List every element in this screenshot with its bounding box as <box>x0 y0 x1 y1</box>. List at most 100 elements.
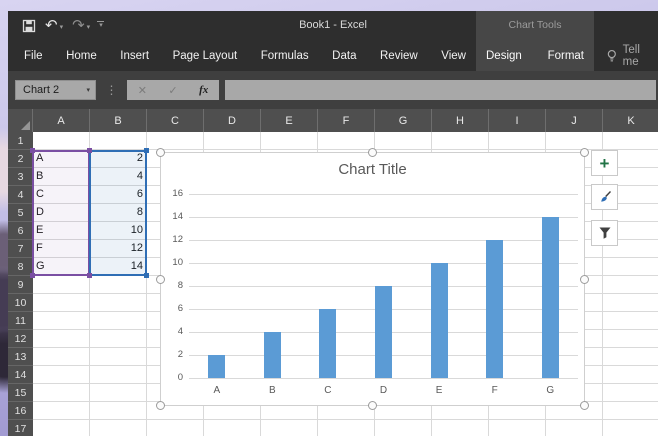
cell-B11[interactable] <box>90 312 147 330</box>
row-header-11[interactable]: 11 <box>8 312 33 330</box>
tab-page-layout[interactable]: Page Layout <box>173 50 238 62</box>
cell-A4[interactable]: C <box>33 186 90 204</box>
cell-D17[interactable] <box>204 420 261 436</box>
select-all-button[interactable] <box>8 109 33 132</box>
cell-B12[interactable] <box>90 330 147 348</box>
cell-C17[interactable] <box>147 420 204 436</box>
column-header-E[interactable]: E <box>261 109 318 132</box>
cell-E1[interactable] <box>261 132 318 150</box>
row-header-10[interactable]: 10 <box>8 294 33 312</box>
row-header-9[interactable]: 9 <box>8 276 33 294</box>
column-header-I[interactable]: I <box>489 109 546 132</box>
cell-B1[interactable] <box>90 132 147 150</box>
row-header-16[interactable]: 16 <box>8 402 33 420</box>
cell-K9[interactable] <box>603 276 658 294</box>
redo-dropdown-icon[interactable]: ▾ <box>87 23 91 33</box>
cell-G1[interactable] <box>375 132 432 150</box>
customize-qat-button[interactable]: ▾ <box>97 20 105 31</box>
cell-A14[interactable] <box>33 366 90 384</box>
chart-area[interactable]: Chart Title 0 2 4 6 8 10 12 14 16 A B C D E F G <box>156 148 589 410</box>
cell-B6[interactable]: 10 <box>90 222 147 240</box>
column-header-A[interactable]: A <box>33 109 90 132</box>
bar-B[interactable] <box>263 332 281 378</box>
cell-B13[interactable] <box>90 348 147 366</box>
cell-K13[interactable] <box>603 348 658 366</box>
cell-B2[interactable]: 2 <box>90 150 147 168</box>
cell-B10[interactable] <box>90 294 147 312</box>
insert-function-button[interactable]: fx <box>199 84 208 96</box>
bar-F[interactable] <box>486 240 504 378</box>
row-header-8[interactable]: 8 <box>8 258 33 276</box>
chart-resize-handle[interactable] <box>580 148 589 157</box>
tab-format[interactable]: Format <box>548 50 584 62</box>
cell-B17[interactable] <box>90 420 147 436</box>
chart-resize-handle[interactable] <box>156 148 165 157</box>
tab-home[interactable]: Home <box>66 50 97 62</box>
cell-F17[interactable] <box>318 420 375 436</box>
tab-formulas[interactable]: Formulas <box>261 50 309 62</box>
cell-A12[interactable] <box>33 330 90 348</box>
cell-K14[interactable] <box>603 366 658 384</box>
save-button[interactable] <box>22 19 36 33</box>
tab-design[interactable]: Design <box>486 50 522 62</box>
cell-B4[interactable]: 6 <box>90 186 147 204</box>
cell-A11[interactable] <box>33 312 90 330</box>
cell-K11[interactable] <box>603 312 658 330</box>
chart-elements-button[interactable]: + <box>591 150 618 176</box>
cell-K16[interactable] <box>603 402 658 420</box>
chart-resize-handle[interactable] <box>156 401 165 410</box>
cell-A1[interactable] <box>33 132 90 150</box>
row-header-14[interactable]: 14 <box>8 366 33 384</box>
cell-B9[interactable] <box>90 276 147 294</box>
cell-A17[interactable] <box>33 420 90 436</box>
enter-check-icon[interactable]: ✓ <box>168 84 177 97</box>
bar-G[interactable] <box>541 217 559 378</box>
chart-resize-handle[interactable] <box>580 401 589 410</box>
cell-A3[interactable]: B <box>33 168 90 186</box>
chart-title[interactable]: Chart Title <box>161 161 584 178</box>
row-header-3[interactable]: 3 <box>8 168 33 186</box>
row-header-12[interactable]: 12 <box>8 330 33 348</box>
tab-file[interactable]: File <box>24 50 43 62</box>
chart-resize-handle[interactable] <box>156 274 165 284</box>
cell-J1[interactable] <box>546 132 603 150</box>
chart-resize-handle[interactable] <box>580 274 589 284</box>
cell-A8[interactable]: G <box>33 258 90 276</box>
column-header-J[interactable]: J <box>546 109 603 132</box>
tab-data[interactable]: Data <box>332 50 356 62</box>
cell-A5[interactable]: D <box>33 204 90 222</box>
row-header-1[interactable]: 1 <box>8 132 33 150</box>
cell-B16[interactable] <box>90 402 147 420</box>
row-header-5[interactable]: 5 <box>8 204 33 222</box>
cell-G17[interactable] <box>375 420 432 436</box>
column-header-B[interactable]: B <box>90 109 147 132</box>
chart-resize-handle[interactable] <box>368 148 377 157</box>
tab-view[interactable]: View <box>441 50 466 62</box>
tab-insert[interactable]: Insert <box>120 50 149 62</box>
cancel-icon[interactable]: ✕ <box>138 84 147 97</box>
cell-B5[interactable]: 8 <box>90 204 147 222</box>
tab-review[interactable]: Review <box>380 50 418 62</box>
column-header-F[interactable]: F <box>318 109 375 132</box>
cell-A2[interactable]: A <box>33 150 90 168</box>
cell-E17[interactable] <box>261 420 318 436</box>
chart-filters-button[interactable] <box>591 220 618 246</box>
cell-A13[interactable] <box>33 348 90 366</box>
bar-E[interactable] <box>430 263 448 378</box>
cell-H1[interactable] <box>432 132 489 150</box>
cell-K15[interactable] <box>603 384 658 402</box>
redo-button[interactable]: ↷ ▾ <box>72 18 90 33</box>
row-header-7[interactable]: 7 <box>8 240 33 258</box>
cell-I17[interactable] <box>489 420 546 436</box>
column-header-H[interactable]: H <box>432 109 489 132</box>
row-header-4[interactable]: 4 <box>8 186 33 204</box>
chart-resize-handle[interactable] <box>368 401 377 410</box>
row-header-13[interactable]: 13 <box>8 348 33 366</box>
cell-B7[interactable]: 12 <box>90 240 147 258</box>
undo-button[interactable]: ↶ ▾ <box>45 18 63 33</box>
column-header-G[interactable]: G <box>375 109 432 132</box>
cell-D1[interactable] <box>204 132 261 150</box>
cell-C1[interactable] <box>147 132 204 150</box>
cell-A10[interactable] <box>33 294 90 312</box>
cell-F1[interactable] <box>318 132 375 150</box>
